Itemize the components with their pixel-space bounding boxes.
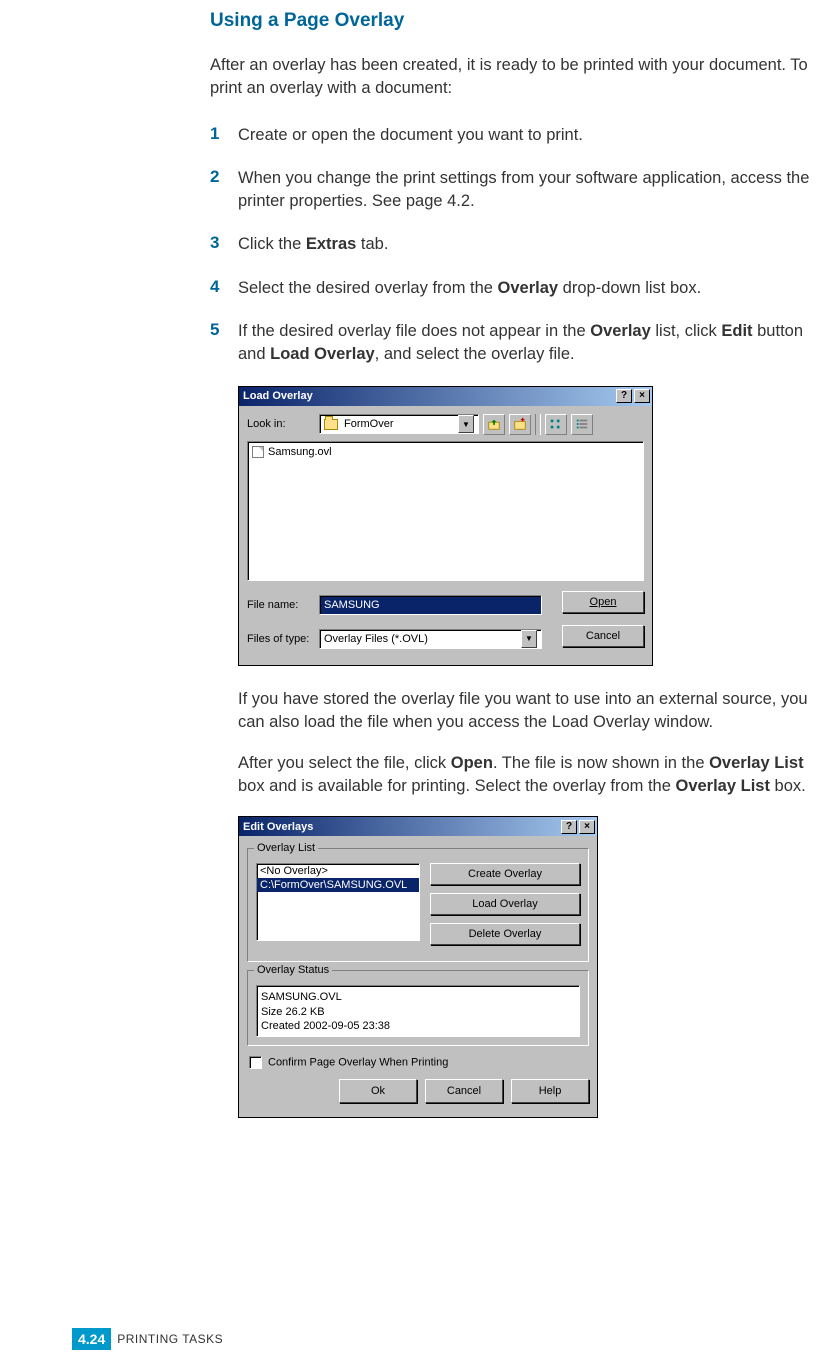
status-box: SAMSUNG.OVL Size 26.2 KB Created 2002-09… [256, 985, 580, 1037]
step-2: 2 When you change the print settings fro… [210, 167, 830, 213]
look-in-label: Look in: [247, 418, 319, 430]
bold-text: Overlay [498, 279, 559, 297]
up-one-level-button[interactable] [483, 414, 505, 435]
text-fragment: list, click [651, 322, 722, 340]
status-line: Size 26.2 KB [261, 1005, 575, 1019]
confirm-row: Confirm Page Overlay When Printing [247, 1054, 589, 1075]
ok-button[interactable]: Ok [339, 1079, 417, 1103]
chevron-down-icon[interactable]: ▼ [521, 630, 537, 648]
new-folder-icon [513, 417, 527, 431]
step-5: 5 If the desired overlay file does not a… [210, 320, 830, 366]
step-1: 1 Create or open the document you want t… [210, 124, 830, 147]
bold-text: Overlay List [709, 754, 803, 772]
text-fragment: Click the [238, 235, 306, 253]
text-fragment: box and is available for printing. Selec… [238, 777, 675, 795]
overlay-list-group: Overlay List <No Overlay> C:\FormOver\SA… [247, 848, 589, 962]
dialog-title: Load Overlay [243, 390, 313, 402]
file-listing[interactable]: Samsung.ovl [247, 441, 644, 581]
chevron-down-icon[interactable]: ▼ [458, 415, 474, 433]
text-fragment: Select the desired overlay from the [238, 279, 498, 297]
sub-paragraph: After you select the file, click Open. T… [238, 752, 830, 798]
section-heading: Using a Page Overlay [210, 10, 830, 32]
page-number-badge: 4.24 [72, 1328, 111, 1350]
sub-paragraph: If you have stored the overlay file you … [238, 688, 830, 734]
bold-text: Overlay [590, 322, 651, 340]
step-text: When you change the print settings from … [238, 167, 830, 213]
file-name-input[interactable]: SAMSUNG [319, 595, 542, 615]
group-label: Overlay List [254, 842, 318, 854]
step-3: 3 Click the Extras tab. [210, 233, 830, 256]
bold-text: Edit [721, 322, 752, 340]
create-overlay-button[interactable]: Create Overlay [430, 863, 580, 885]
files-of-type-value: Overlay Files (*.OVL) [324, 633, 428, 645]
intro-paragraph: After an overlay has been created, it is… [210, 54, 830, 100]
footer-section-label: PRINTING TASKS [117, 1332, 223, 1346]
files-of-type-label: Files of type: [247, 633, 319, 645]
look-in-combo[interactable]: FormOver ▼ [319, 414, 479, 434]
text-fragment: If the desired overlay file does not app… [238, 322, 590, 340]
step-text: If the desired overlay file does not app… [238, 320, 830, 366]
file-name-label: File name: [247, 599, 319, 611]
page-footer: 4.24 PRINTING TASKS [72, 1328, 223, 1350]
open-button[interactable]: Open [562, 591, 644, 613]
help-button[interactable]: Help [511, 1079, 589, 1103]
step-number: 2 [210, 167, 238, 213]
step-number: 1 [210, 124, 238, 147]
dialog-titlebar: Edit Overlays ? × [239, 817, 597, 836]
bold-text: Open [451, 754, 493, 772]
status-line: SAMSUNG.OVL [261, 990, 575, 1004]
step-number: 3 [210, 233, 238, 256]
cancel-button[interactable]: Cancel [425, 1079, 503, 1103]
confirm-label: Confirm Page Overlay When Printing [268, 1057, 448, 1069]
edit-overlays-dialog: Edit Overlays ? × Overlay List <No Overl… [238, 816, 598, 1118]
overlay-listbox[interactable]: <No Overlay> C:\FormOver\SAMSUNG.OVL [256, 863, 420, 941]
load-overlay-button[interactable]: Load Overlay [430, 893, 580, 915]
file-name: Samsung.ovl [268, 446, 332, 458]
overlay-status-group: Overlay Status SAMSUNG.OVL Size 26.2 KB … [247, 970, 589, 1046]
bold-text: Load Overlay [270, 345, 375, 363]
file-item[interactable]: Samsung.ovl [252, 446, 639, 458]
help-button[interactable]: ? [561, 820, 577, 834]
files-of-type-combo[interactable]: Overlay Files (*.OVL) ▼ [319, 629, 542, 649]
status-line: Created 2002-09-05 23:38 [261, 1019, 575, 1033]
details-icon [575, 417, 589, 431]
text-fragment: box. [770, 777, 806, 795]
file-name-value: SAMSUNG [324, 599, 380, 611]
group-label: Overlay Status [254, 964, 332, 976]
step-4: 4 Select the desired overlay from the Ov… [210, 277, 830, 300]
folder-icon [324, 419, 338, 430]
dialog-titlebar: Load Overlay ? × [239, 387, 652, 406]
bold-text: Extras [306, 235, 356, 253]
step-text: Click the Extras tab. [238, 233, 830, 256]
text-fragment: After you select the file, click [238, 754, 451, 772]
step-number: 4 [210, 277, 238, 300]
text-fragment: tab. [356, 235, 388, 253]
list-icon [549, 417, 563, 431]
cancel-button[interactable]: Cancel [562, 625, 644, 647]
step-number: 5 [210, 320, 238, 366]
step-text: Create or open the document you want to … [238, 124, 830, 147]
close-button[interactable]: × [579, 820, 595, 834]
details-view-button[interactable] [571, 414, 593, 435]
load-overlay-dialog: Load Overlay ? × Look in: FormOver ▼ [238, 386, 653, 666]
file-icon [252, 446, 264, 458]
step-text: Select the desired overlay from the Over… [238, 277, 830, 300]
bold-text: Overlay List [675, 777, 769, 795]
folder-up-icon [487, 417, 501, 431]
list-item[interactable]: <No Overlay> [257, 864, 419, 878]
list-item-selected[interactable]: C:\FormOver\SAMSUNG.OVL [257, 878, 419, 892]
new-folder-button[interactable] [509, 414, 531, 435]
text-fragment: . The file is now shown in the [493, 754, 709, 772]
delete-overlay-button[interactable]: Delete Overlay [430, 923, 580, 945]
list-view-button[interactable] [545, 414, 567, 435]
look-in-value: FormOver [344, 418, 394, 430]
dialog-title: Edit Overlays [243, 821, 313, 833]
close-button[interactable]: × [634, 389, 650, 403]
confirm-checkbox[interactable] [249, 1056, 262, 1069]
text-fragment: drop-down list box. [558, 279, 701, 297]
text-fragment: , and select the overlay file. [375, 345, 575, 363]
help-button[interactable]: ? [616, 389, 632, 403]
